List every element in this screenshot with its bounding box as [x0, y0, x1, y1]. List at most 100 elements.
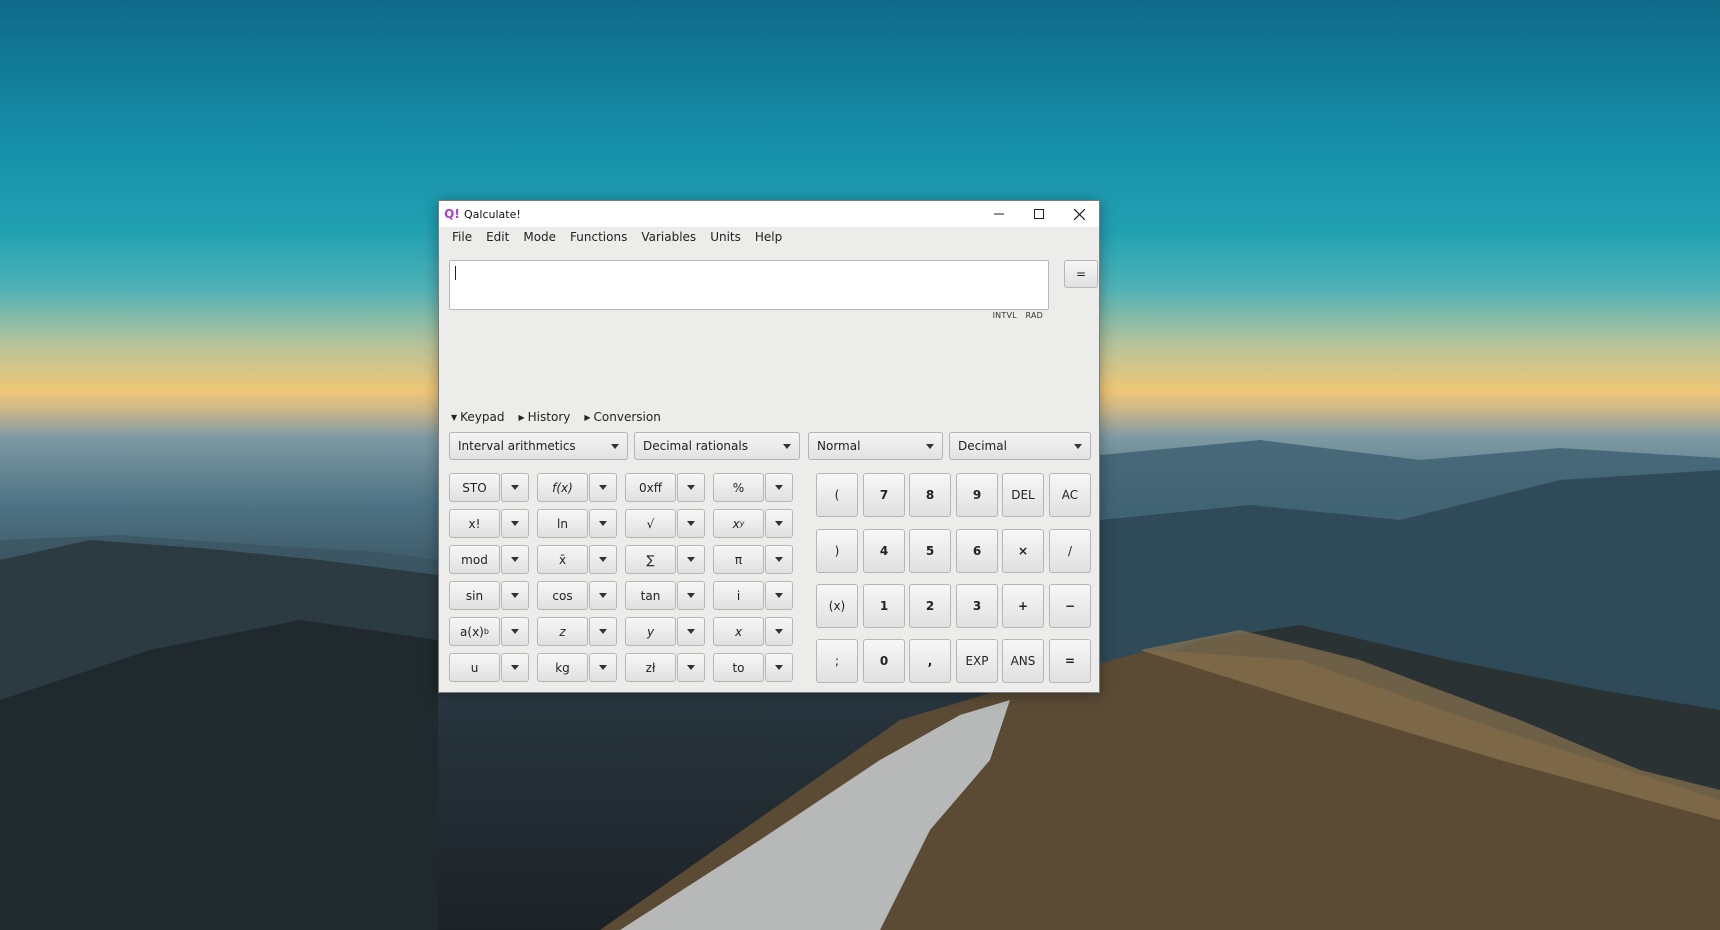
minus-button[interactable]: −	[1049, 584, 1091, 628]
mod-menu-button[interactable]	[501, 545, 529, 574]
sum-button[interactable]: ∑	[625, 545, 676, 574]
variable-x-menu-button[interactable]	[765, 617, 793, 646]
mean-button[interactable]: x̄	[537, 545, 588, 574]
sin-menu-button[interactable]	[501, 581, 529, 610]
sin-button[interactable]: sin	[449, 581, 500, 610]
display-mode-value: Normal	[817, 439, 861, 453]
pi-menu-button[interactable]	[765, 545, 793, 574]
semicolon-button[interactable]: ;	[816, 639, 858, 683]
tan-menu-button[interactable]	[677, 581, 705, 610]
digit-5-button[interactable]: 5	[909, 529, 951, 573]
history-toggle[interactable]: ▶ History	[519, 410, 571, 424]
equals-button[interactable]: =	[1049, 639, 1091, 683]
pi-button[interactable]: π	[713, 545, 764, 574]
calculate-button[interactable]: =	[1064, 260, 1098, 288]
imaginary-button[interactable]: i	[713, 581, 764, 610]
sqrt-menu-button[interactable]	[677, 509, 705, 538]
number-base-select[interactable]: Decimal	[949, 432, 1091, 460]
variable-y-menu-button[interactable]	[677, 617, 705, 646]
expression-input[interactable]	[449, 260, 1049, 310]
dropdown-arrow-icon	[783, 444, 791, 449]
convert-to-menu-button[interactable]	[765, 653, 793, 682]
menu-file[interactable]: File	[445, 227, 479, 248]
dropdown-arrow-icon	[775, 593, 783, 598]
digit-4-button[interactable]: 4	[863, 529, 905, 573]
answer-button[interactable]: ANS	[1002, 639, 1044, 683]
close-button[interactable]	[1059, 201, 1099, 227]
variable-x-button[interactable]: x	[713, 617, 764, 646]
digit-3-button[interactable]: 3	[956, 584, 998, 628]
menu-help[interactable]: Help	[748, 227, 789, 248]
hex-menu-button[interactable]	[677, 473, 705, 502]
currency-button[interactable]: zł	[625, 653, 676, 682]
sto-button[interactable]: STO	[449, 473, 500, 502]
digit-6-button[interactable]: 6	[956, 529, 998, 573]
exponent-button[interactable]: a(x) b	[449, 617, 500, 646]
variable-z-menu-button[interactable]	[589, 617, 617, 646]
keypad-toggle[interactable]: ▼ Keypad	[451, 410, 505, 424]
minimize-button[interactable]	[979, 201, 1019, 227]
collapsed-triangle-icon: ▶	[518, 412, 525, 422]
percent-menu-button[interactable]	[765, 473, 793, 502]
conversion-toggle[interactable]: ▶ Conversion	[584, 410, 660, 424]
unit-button[interactable]: u	[449, 653, 500, 682]
display-mode-select[interactable]: Normal	[808, 432, 943, 460]
currency-menu-button[interactable]	[677, 653, 705, 682]
kg-menu-button[interactable]	[589, 653, 617, 682]
open-paren-button[interactable]: (	[816, 473, 858, 517]
factorial-button[interactable]: x!	[449, 509, 500, 538]
hex-button[interactable]: 0xff	[625, 473, 676, 502]
exponent-menu-button[interactable]	[501, 617, 529, 646]
menu-mode[interactable]: Mode	[516, 227, 563, 248]
multiply-button[interactable]: ×	[1002, 529, 1044, 573]
mod-button[interactable]: mod	[449, 545, 500, 574]
all-clear-button[interactable]: AC	[1049, 473, 1091, 517]
menu-variables[interactable]: Variables	[634, 227, 703, 248]
number-base-value: Decimal	[958, 439, 1007, 453]
variable-y-button[interactable]: y	[625, 617, 676, 646]
mean-menu-button[interactable]	[589, 545, 617, 574]
digit-7-button[interactable]: 7	[863, 473, 905, 517]
cos-button[interactable]: cos	[537, 581, 588, 610]
unit-menu-button[interactable]	[501, 653, 529, 682]
digit-9-button[interactable]: 9	[956, 473, 998, 517]
approximation-select[interactable]: Decimal rationals	[634, 432, 800, 460]
menu-functions[interactable]: Functions	[563, 227, 634, 248]
maximize-button[interactable]	[1019, 201, 1059, 227]
ln-menu-button[interactable]	[589, 509, 617, 538]
factorial-menu-button[interactable]	[501, 509, 529, 538]
convert-to-button[interactable]: to	[713, 653, 764, 682]
cos-menu-button[interactable]	[589, 581, 617, 610]
variable-z-button[interactable]: z	[537, 617, 588, 646]
delete-button[interactable]: DEL	[1002, 473, 1044, 517]
title-bar[interactable]: Q! Qalculate!	[439, 201, 1099, 227]
sto-menu-button[interactable]	[501, 473, 529, 502]
tan-button[interactable]: tan	[625, 581, 676, 610]
exp-button[interactable]: EXP	[956, 639, 998, 683]
power-button[interactable]: xy	[713, 509, 764, 538]
parentheses-button[interactable]: (x)	[816, 584, 858, 628]
power-menu-button[interactable]	[765, 509, 793, 538]
function-menu-button[interactable]	[589, 473, 617, 502]
divide-button[interactable]: /	[1049, 529, 1091, 573]
digit-0-button[interactable]: 0	[863, 639, 905, 683]
function-button[interactable]: f(x)	[537, 473, 588, 502]
decimal-separator-button[interactable]: ,	[909, 639, 951, 683]
digit-8-button[interactable]: 8	[909, 473, 951, 517]
digit-2-button[interactable]: 2	[909, 584, 951, 628]
digit-1-button[interactable]: 1	[863, 584, 905, 628]
interval-mode-select[interactable]: Interval arithmetics	[449, 432, 628, 460]
menu-edit[interactable]: Edit	[479, 227, 516, 248]
close-icon	[1073, 208, 1085, 220]
close-paren-button[interactable]: )	[816, 529, 858, 573]
power-base: x	[732, 516, 740, 531]
plus-button[interactable]: +	[1002, 584, 1044, 628]
percent-button[interactable]: %	[713, 473, 764, 502]
kg-button[interactable]: kg	[537, 653, 588, 682]
sum-menu-button[interactable]	[677, 545, 705, 574]
imaginary-menu-button[interactable]	[765, 581, 793, 610]
menu-units[interactable]: Units	[703, 227, 748, 248]
sqrt-button[interactable]: √	[625, 509, 676, 538]
conversion-label: Conversion	[593, 410, 661, 424]
ln-button[interactable]: ln	[537, 509, 588, 538]
